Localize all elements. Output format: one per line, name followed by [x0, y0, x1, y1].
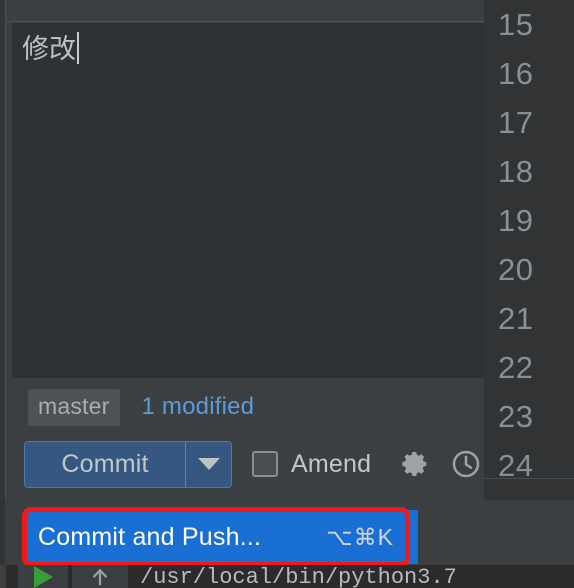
chevron-down-icon — [197, 458, 220, 470]
line-number: 15 — [498, 7, 534, 42]
gutter-divider — [484, 478, 574, 479]
line-number: 18 — [498, 154, 534, 189]
commit-message-text: 修改 — [22, 34, 76, 64]
line-number: 21 — [498, 301, 534, 336]
commit-split-button[interactable]: Commit — [24, 440, 232, 488]
line-number: 19 — [498, 203, 534, 238]
text-caret — [77, 32, 79, 64]
line-number: 22 — [498, 350, 534, 385]
gear-icon — [402, 452, 427, 476]
amend-checkbox[interactable] — [252, 451, 278, 477]
line-number: 24 — [498, 448, 534, 483]
line-number-list: 15 16 17 18 19 20 21 22 23 24 — [484, 0, 574, 490]
changes-summary-link[interactable]: 1 modified — [142, 393, 255, 421]
editor-line-number-gutter: 15 16 17 18 19 20 21 22 23 24 — [484, 0, 574, 500]
scroll-up-button[interactable] — [72, 565, 128, 588]
line-number: 23 — [498, 399, 534, 434]
menu-item-label: Commit and Push... — [38, 522, 262, 551]
line-number: 20 — [498, 252, 534, 287]
line-number: 16 — [498, 56, 534, 91]
amend-label: Amend — [291, 449, 372, 478]
commit-dropdown-button[interactable] — [186, 442, 231, 487]
commit-panel: 修改 master 1 modified Commit Amend — [6, 0, 484, 500]
commit-action-row: Commit Amend — [6, 438, 484, 490]
arrow-up-icon — [92, 568, 108, 585]
console-output-line: /usr/local/bin/python3.7 — [140, 565, 574, 588]
clock-icon — [452, 450, 480, 478]
branch-badge[interactable]: master — [28, 388, 120, 426]
commit-button[interactable]: Commit — [25, 442, 185, 487]
commit-message-input[interactable]: 修改 — [12, 23, 484, 378]
menu-item-shortcut: ⌥⌘K — [326, 523, 394, 550]
commit-history-button[interactable] — [449, 447, 483, 481]
bottom-bar-rail — [0, 565, 6, 588]
ide-commit-dialog-screen: 修改 master 1 modified Commit Amend 15 16 … — [0, 0, 574, 588]
menu-item-commit-and-push[interactable]: Commit and Push... ⌥⌘K — [24, 510, 418, 564]
commit-status-row: master 1 modified — [6, 388, 484, 426]
lower-band-rail — [0, 500, 5, 565]
run-button[interactable] — [18, 565, 68, 588]
bottom-run-toolbar: /usr/local/bin/python3.7 — [0, 565, 574, 588]
play-icon — [33, 565, 53, 588]
line-number: 17 — [498, 105, 534, 140]
commit-panel-top-strip — [6, 0, 484, 22]
commit-settings-button[interactable] — [399, 447, 433, 481]
